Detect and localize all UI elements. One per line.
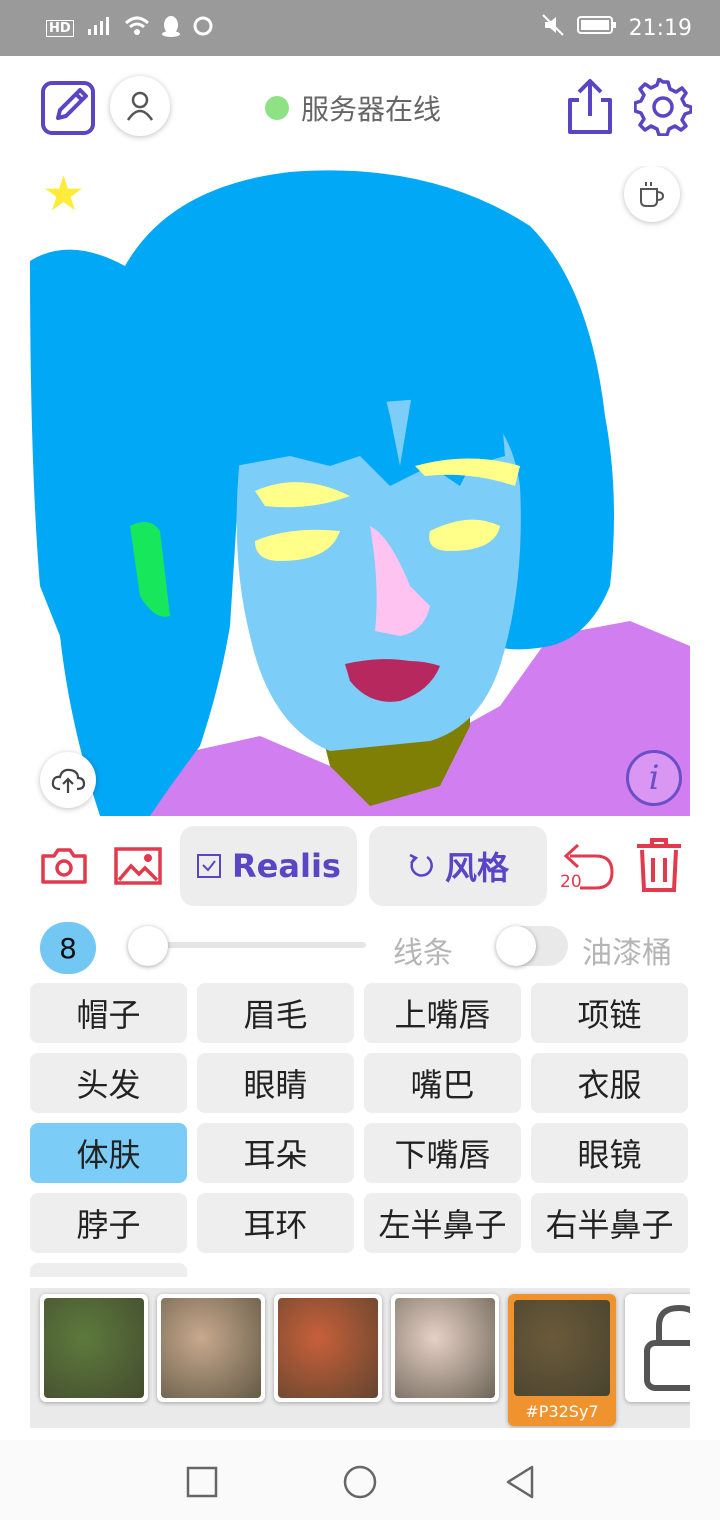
trash-icon: [637, 838, 681, 892]
toggle-knob: [496, 926, 536, 966]
settings-button[interactable]: [633, 77, 693, 137]
signal-4g-icon: [84, 15, 114, 41]
style-swatch: [161, 1298, 261, 1398]
model-label: Realis: [232, 847, 341, 885]
label-chip[interactable]: 左半鼻子: [364, 1193, 521, 1253]
coffee-icon: [640, 182, 665, 207]
style-button[interactable]: 风格: [369, 826, 547, 906]
share-icon: [568, 79, 612, 134]
style-thumbnail[interactable]: #P32Sy7: [508, 1294, 616, 1426]
style-swatch: [514, 1300, 610, 1396]
brush-size-slider-thumb[interactable]: [128, 926, 168, 966]
canvas-toolbar: Realis 风格 20: [0, 826, 720, 908]
status-bar: HD 21:19: [0, 0, 720, 56]
style-thumbnail[interactable]: [40, 1294, 148, 1402]
paint-bucket-toggle[interactable]: [496, 926, 568, 966]
wifi-icon: [124, 15, 150, 41]
brush-controls: 8 线条 油漆桶: [0, 918, 720, 978]
label-chip[interactable]: 下嘴唇: [364, 1123, 521, 1183]
back-icon[interactable]: [500, 1462, 540, 1502]
label-chip[interactable]: 上嘴唇: [364, 983, 521, 1043]
style-swatch: [278, 1298, 378, 1398]
profile-button[interactable]: [110, 76, 170, 136]
label-chip[interactable]: 耳环: [197, 1193, 354, 1253]
favorite-star-icon[interactable]: ★: [42, 170, 85, 218]
mute-icon: [541, 13, 565, 43]
lock-icon: [644, 1304, 690, 1391]
paint-bucket-label: 油漆桶: [582, 936, 672, 971]
label-chip[interactable]: 头发: [30, 1053, 187, 1113]
status-icons: HD: [46, 15, 214, 41]
label-chip[interactable]: 项链: [531, 983, 688, 1043]
status-dot: [265, 96, 289, 120]
image-icon: [114, 847, 162, 885]
user-icon: [126, 91, 154, 121]
app-header: 服务器在线: [0, 56, 720, 166]
battery-icon: [576, 14, 617, 42]
qq-icon: [160, 15, 182, 41]
info-icon: i: [648, 758, 660, 798]
upload-button[interactable]: [40, 752, 96, 808]
line-mode-label: 线条: [393, 936, 453, 971]
label-chip[interactable]: 眼镜: [531, 1123, 688, 1183]
info-button[interactable]: i: [626, 750, 682, 806]
style-swatch: [395, 1298, 495, 1398]
style-label: 风格: [444, 849, 509, 887]
app-icon: [192, 15, 214, 41]
edit-button[interactable]: [40, 78, 98, 136]
model-select-button[interactable]: Realis: [180, 826, 357, 906]
hd-icon: HD: [46, 19, 74, 37]
label-chip[interactable]: 眼睛: [197, 1053, 354, 1113]
home-icon[interactable]: [340, 1462, 380, 1502]
clock: 21:19: [628, 15, 692, 41]
label-chip[interactable]: 衣服: [531, 1053, 688, 1113]
status-right: 21:19: [541, 13, 692, 43]
style-thumbnail[interactable]: [391, 1294, 499, 1402]
style-swatch: [44, 1298, 144, 1398]
label-chip[interactable]: 耳朵: [197, 1123, 354, 1183]
label-chip[interactable]: 右半鼻子: [531, 1193, 688, 1253]
camera-button[interactable]: [38, 840, 90, 892]
edit-icon: [41, 81, 95, 135]
cloud-upload-icon: [51, 768, 86, 793]
label-chip-partial[interactable]: [30, 1263, 187, 1277]
style-thumbnail-strip[interactable]: #P32Sy7: [30, 1288, 690, 1428]
server-status: 服务器在线: [265, 88, 441, 128]
coffee-button[interactable]: [624, 166, 680, 222]
label-chip[interactable]: 体肤: [30, 1123, 187, 1183]
camera-icon: [41, 848, 87, 884]
brush-size-badge: 8: [40, 922, 96, 974]
gallery-button[interactable]: [112, 840, 164, 892]
recent-apps-icon[interactable]: [182, 1462, 222, 1502]
label-chip[interactable]: 眉毛: [197, 983, 354, 1043]
segmentation-drawing: [30, 170, 690, 816]
style-thumbnail[interactable]: [157, 1294, 265, 1402]
undo-count: 20: [560, 872, 582, 892]
style-thumbnail[interactable]: [274, 1294, 382, 1402]
delete-button[interactable]: [634, 836, 684, 894]
system-nav-bar: [0, 1440, 720, 1520]
server-status-text: 服务器在线: [301, 93, 442, 126]
locked-style-thumbnail[interactable]: [625, 1294, 690, 1402]
checkbox-icon: [197, 854, 222, 878]
style-code: #P32Sy7: [525, 1402, 599, 1421]
label-chip[interactable]: 帽子: [30, 983, 187, 1043]
drawing-canvas[interactable]: ★ i: [30, 166, 690, 816]
refresh-icon: [409, 853, 433, 877]
gear-icon: [633, 77, 693, 137]
label-chip[interactable]: 脖子: [30, 1193, 187, 1253]
share-button[interactable]: [565, 78, 615, 136]
label-chip[interactable]: 嘴巴: [364, 1053, 521, 1113]
